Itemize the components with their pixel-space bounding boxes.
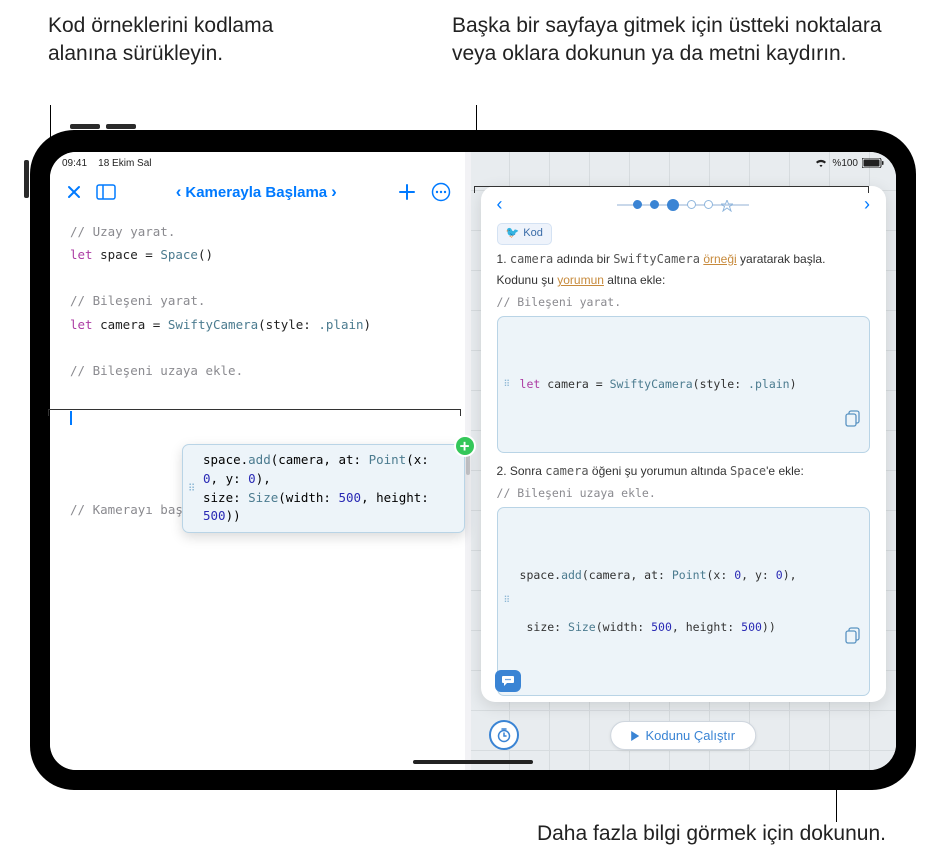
chevron-right-icon: › <box>331 182 337 202</box>
page-dot[interactable] <box>704 200 713 209</box>
card-body[interactable]: 🐦 Kod 1. camera adında bir SwiftyCamera … <box>481 219 886 702</box>
text-cursor <box>70 411 72 425</box>
chat-button[interactable] <box>495 670 521 692</box>
editor-toolbar: ‹ Kamerayla Başlama › <box>50 176 465 210</box>
status-battery: %100 <box>832 158 858 169</box>
status-bar: 09:41 18 Ekim Sal %100 <box>50 152 896 174</box>
status-time: 09:41 <box>62 158 87 169</box>
link-instance[interactable]: örneği <box>703 252 736 266</box>
callout-expand: Daha fazla bilgi görmek için dokunun. <box>537 820 886 848</box>
link-comment[interactable]: yorumun <box>557 273 604 287</box>
page-dot[interactable] <box>633 200 642 209</box>
close-button[interactable] <box>62 180 86 204</box>
sidebar-toggle-icon[interactable] <box>94 180 118 204</box>
step-1-text: 1. camera adında bir SwiftyCamera örneği… <box>497 251 870 268</box>
step-1-sub: Kodunu şu yorumun altına ekle: <box>497 272 870 289</box>
instruction-card: ‹ › 🐦 <box>481 186 886 702</box>
code-line: // Bileşeni uzaya ekle. <box>70 359 445 382</box>
code-line: let camera = SwiftyCamera(style: .plain) <box>70 313 445 336</box>
page-prev-button[interactable]: ‹ <box>491 194 509 215</box>
lesson-title: Kamerayla Başlama <box>185 184 327 201</box>
code-area[interactable]: // Uzay yarat. let space = Space() // Bi… <box>50 210 465 770</box>
code-sample-2[interactable]: ⠿ space.add(camera, at: Point(x: 0, y: 0… <box>497 507 870 696</box>
callout-drag: Kod örneklerini kodlama alanına sürükley… <box>48 12 298 69</box>
code-editor-pane: ‹ Kamerayla Başlama › // Uzay yarat. let… <box>50 152 465 770</box>
status-right: %100 <box>814 158 884 169</box>
page-dot[interactable] <box>687 200 696 209</box>
step-1-comment: // Bileşeni yarat. <box>497 294 870 311</box>
instruction-pane: ‹ › 🐦 <box>471 152 896 770</box>
page-next-button[interactable]: › <box>858 194 876 215</box>
drag-handle-icon: ⠿ <box>504 595 510 609</box>
run-label: Kodunu Çalıştır <box>645 728 735 743</box>
dragged-code-snippet[interactable]: ⠿ space.add(camera, at: Point(x: 0, y: 0… <box>182 444 465 533</box>
lesson-nav[interactable]: ‹ Kamerayla Başlama › <box>126 182 387 202</box>
page-dot-current[interactable] <box>667 199 679 211</box>
bird-icon: 🐦 <box>506 226 520 242</box>
device-button <box>24 160 29 198</box>
home-indicator[interactable] <box>413 760 533 764</box>
status-date: 18 Ekim Sal <box>98 158 151 169</box>
screen: 09:41 18 Ekim Sal %100 <box>50 152 896 770</box>
run-code-button[interactable]: Kodunu Çalıştır <box>610 721 756 750</box>
copy-button[interactable] <box>845 592 863 610</box>
ipad-frame: 09:41 18 Ekim Sal %100 <box>30 130 916 790</box>
step-2-text: 2. Sonra camera öğeni şu yorumun altında… <box>497 463 870 480</box>
status-left: 09:41 18 Ekim Sal <box>62 158 152 169</box>
code-line: // Uzay yarat. <box>70 220 445 243</box>
play-icon <box>631 731 639 741</box>
toolbar-right <box>395 180 453 204</box>
battery-icon <box>862 158 884 168</box>
device-button <box>70 124 100 129</box>
page-dot[interactable] <box>650 200 659 209</box>
page-end-star-icon[interactable] <box>721 199 733 211</box>
add-button[interactable] <box>395 180 419 204</box>
step-2-comment: // Bileşeni uzaya ekle. <box>497 485 870 502</box>
insert-plus-icon: + <box>454 435 476 457</box>
more-button[interactable] <box>429 180 453 204</box>
chevron-left-icon: ‹ <box>176 182 182 202</box>
drag-handle-icon: ⠿ <box>188 481 194 496</box>
timer-button[interactable] <box>489 720 519 750</box>
code-line: // Bileşeni yarat. <box>70 289 445 312</box>
code-line: let space = Space() <box>70 243 445 266</box>
callout-paginate: Başka bir sayfaya gitmek için üstteki no… <box>452 12 892 69</box>
wifi-icon <box>814 158 828 168</box>
copy-button[interactable] <box>845 376 863 394</box>
drag-handle-icon: ⠿ <box>504 378 510 392</box>
code-sample-1[interactable]: ⠿ let camera = SwiftyCamera(style: .plai… <box>497 316 870 453</box>
kod-tag: 🐦 Kod <box>497 223 552 245</box>
page-nav: ‹ › <box>481 186 886 219</box>
snippet-line: size: Size(width: 500, height: 500)) <box>203 489 434 527</box>
page-dots[interactable] <box>509 199 858 211</box>
snippet-line: space.add(camera, at: Point(x: 0, y: 0), <box>203 451 434 489</box>
device-button <box>106 124 136 129</box>
